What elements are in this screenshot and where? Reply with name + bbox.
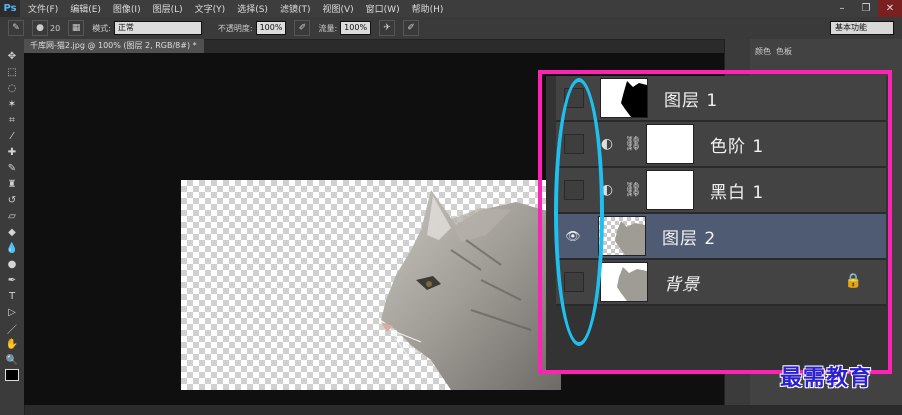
- pressure-size-toggle[interactable]: ✐: [403, 20, 420, 36]
- mode-group: 模式: 正常: [92, 21, 202, 35]
- brush-tool-icon[interactable]: ✎: [3, 161, 21, 176]
- photoshop-logo: Ps: [0, 0, 20, 17]
- brush-icon: ✎: [8, 20, 24, 36]
- layer-name[interactable]: 背景: [664, 270, 700, 295]
- layer-name[interactable]: 图层 1: [664, 86, 718, 111]
- dodge-tool-icon[interactable]: ●: [3, 257, 21, 272]
- layer-thumbnail: [600, 262, 648, 302]
- zoom-tool-icon[interactable]: 🔍: [3, 353, 21, 368]
- color-tabs: 颜色 色板: [750, 46, 792, 58]
- close-button[interactable]: ✕: [878, 0, 902, 17]
- eyedropper-tool-icon[interactable]: ⁄: [3, 129, 21, 144]
- document-tab[interactable]: 千库网-猫2.jpg @ 100% (图层 2, RGB/8#) * ×: [24, 39, 204, 64]
- opacity-input[interactable]: 100%: [255, 21, 287, 35]
- pen-tool-icon[interactable]: ✒: [3, 273, 21, 288]
- brush-size-picker[interactable]: ● 20: [32, 20, 60, 36]
- menu-view[interactable]: 视图(V): [322, 2, 353, 15]
- menu-window[interactable]: 窗口(W): [366, 2, 400, 15]
- menu-image[interactable]: 图像(I): [113, 2, 141, 15]
- menu-file[interactable]: 文件(F): [28, 2, 58, 15]
- healing-brush-tool-icon[interactable]: ✚: [3, 145, 21, 160]
- pressure-opacity-toggle[interactable]: ✐: [294, 20, 311, 36]
- visibility-toggle[interactable]: [564, 134, 584, 154]
- eraser-tool-icon[interactable]: ▱: [3, 209, 21, 224]
- layer-row-selected[interactable]: 👁 图层 2: [556, 214, 886, 260]
- opacity-group: 不透明度: 100%: [218, 21, 287, 35]
- options-bar: ✎ ● 20 ▦ 模式: 正常 不透明度: 100% ✐ 流量: 100% ✈ …: [0, 17, 902, 40]
- layer-name[interactable]: 黑白 1: [710, 178, 764, 203]
- brush-tip-icon: ●: [32, 20, 48, 36]
- silhouette-thumb: [621, 81, 647, 117]
- layer-row[interactable]: 背景 🔒: [556, 260, 886, 306]
- cat-thumb: [617, 267, 647, 301]
- eye-icon[interactable]: 👁: [564, 227, 582, 245]
- foreground-color-swatch[interactable]: [5, 369, 19, 381]
- brush-panel-toggle[interactable]: ▦: [68, 20, 85, 36]
- visibility-toggle[interactable]: [564, 180, 584, 200]
- workspace-select[interactable]: 基本功能: [830, 21, 894, 35]
- marquee-tool-icon[interactable]: ⬚: [3, 65, 21, 80]
- adjustment-icon: ◐: [600, 182, 614, 198]
- layer-thumbnail: [598, 216, 646, 256]
- hand-tool-icon[interactable]: ✋: [3, 337, 21, 352]
- blur-tool-icon[interactable]: 💧: [3, 241, 21, 256]
- history-brush-tool-icon[interactable]: ↺: [3, 193, 21, 208]
- layer-row[interactable]: 图层 1: [556, 76, 886, 122]
- menu-help[interactable]: 帮助(H): [412, 2, 444, 15]
- crop-tool-icon[interactable]: ⌗: [3, 113, 21, 128]
- watermark: 最需教育: [780, 365, 873, 391]
- layer-mask-thumbnail: [646, 124, 694, 164]
- brush-panel-icon: ▦: [68, 20, 85, 36]
- layer-row[interactable]: ◐ ⛓ 色阶 1: [556, 122, 886, 168]
- tab-color[interactable]: 颜色: [755, 46, 771, 58]
- menu-select[interactable]: 选择(S): [237, 2, 268, 15]
- cat-thumb: [615, 221, 645, 255]
- cat-image: [381, 190, 561, 390]
- menu-bar: Ps 文件(F) 编辑(E) 图像(I) 图层(L) 文字(Y) 选择(S) 滤…: [0, 0, 902, 17]
- flow-label: 流量:: [318, 23, 338, 33]
- menu-layer[interactable]: 图层(L): [153, 2, 183, 15]
- window-controls: – ❐ ✕: [830, 0, 902, 17]
- menu-filter[interactable]: 滤镜(T): [280, 2, 311, 15]
- airbrush-toggle[interactable]: ✈: [379, 20, 396, 36]
- layers-panel: 图层 1 ◐ ⛓ 色阶 1 ◐ ⛓ 黑白 1 👁 图层 2 背景 🔒: [546, 76, 890, 372]
- layer-row[interactable]: ◐ ⛓ 黑白 1: [556, 168, 886, 214]
- path-selection-tool-icon[interactable]: ▷: [3, 305, 21, 320]
- clone-stamp-tool-icon[interactable]: ♜: [3, 177, 21, 192]
- paint-bucket-tool-icon[interactable]: ◆: [3, 225, 21, 240]
- tools-panel: ✥ ⬚ ◌ ✶ ⌗ ⁄ ✚ ✎ ♜ ↺ ▱ ◆ 💧 ● ✒ T ▷ ／ ✋ 🔍: [0, 39, 25, 415]
- brush-tool-preset[interactable]: ✎: [8, 20, 24, 36]
- visibility-toggle[interactable]: [564, 272, 584, 292]
- flow-input[interactable]: 100%: [340, 21, 372, 35]
- mode-label: 模式:: [92, 23, 111, 33]
- layer-mask-thumbnail: [646, 170, 694, 210]
- type-tool-icon[interactable]: T: [3, 289, 21, 304]
- restore-button[interactable]: ❐: [854, 0, 878, 17]
- adjustment-icon: ◐: [600, 136, 614, 152]
- line-tool-icon[interactable]: ／: [3, 321, 21, 336]
- pressure-icon: ✐: [294, 20, 311, 36]
- link-icon[interactable]: ⛓: [624, 181, 642, 199]
- minimize-button[interactable]: –: [830, 0, 854, 17]
- brush-size-value: 20: [50, 23, 61, 33]
- layer-name[interactable]: 色阶 1: [710, 132, 764, 157]
- mode-select[interactable]: 正常: [113, 21, 202, 35]
- menu-edit[interactable]: 编辑(E): [70, 2, 101, 15]
- document-canvas[interactable]: [181, 180, 561, 390]
- lasso-tool-icon[interactable]: ◌: [3, 81, 21, 96]
- layer-thumbnail: [600, 78, 648, 118]
- menu-type[interactable]: 文字(Y): [195, 2, 226, 15]
- layer-name[interactable]: 图层 2: [662, 224, 716, 249]
- flow-group: 流量: 100%: [318, 21, 372, 35]
- opacity-label: 不透明度:: [217, 23, 253, 33]
- lock-icon: 🔒: [844, 273, 862, 289]
- magic-wand-tool-icon[interactable]: ✶: [3, 97, 21, 112]
- visibility-toggle[interactable]: [564, 88, 584, 108]
- link-icon[interactable]: ⛓: [624, 135, 642, 153]
- tab-swatches[interactable]: 色板: [776, 46, 792, 58]
- move-tool-icon[interactable]: ✥: [3, 49, 21, 64]
- airbrush-icon: ✈: [379, 20, 396, 36]
- pressure-size-icon: ✐: [403, 20, 420, 36]
